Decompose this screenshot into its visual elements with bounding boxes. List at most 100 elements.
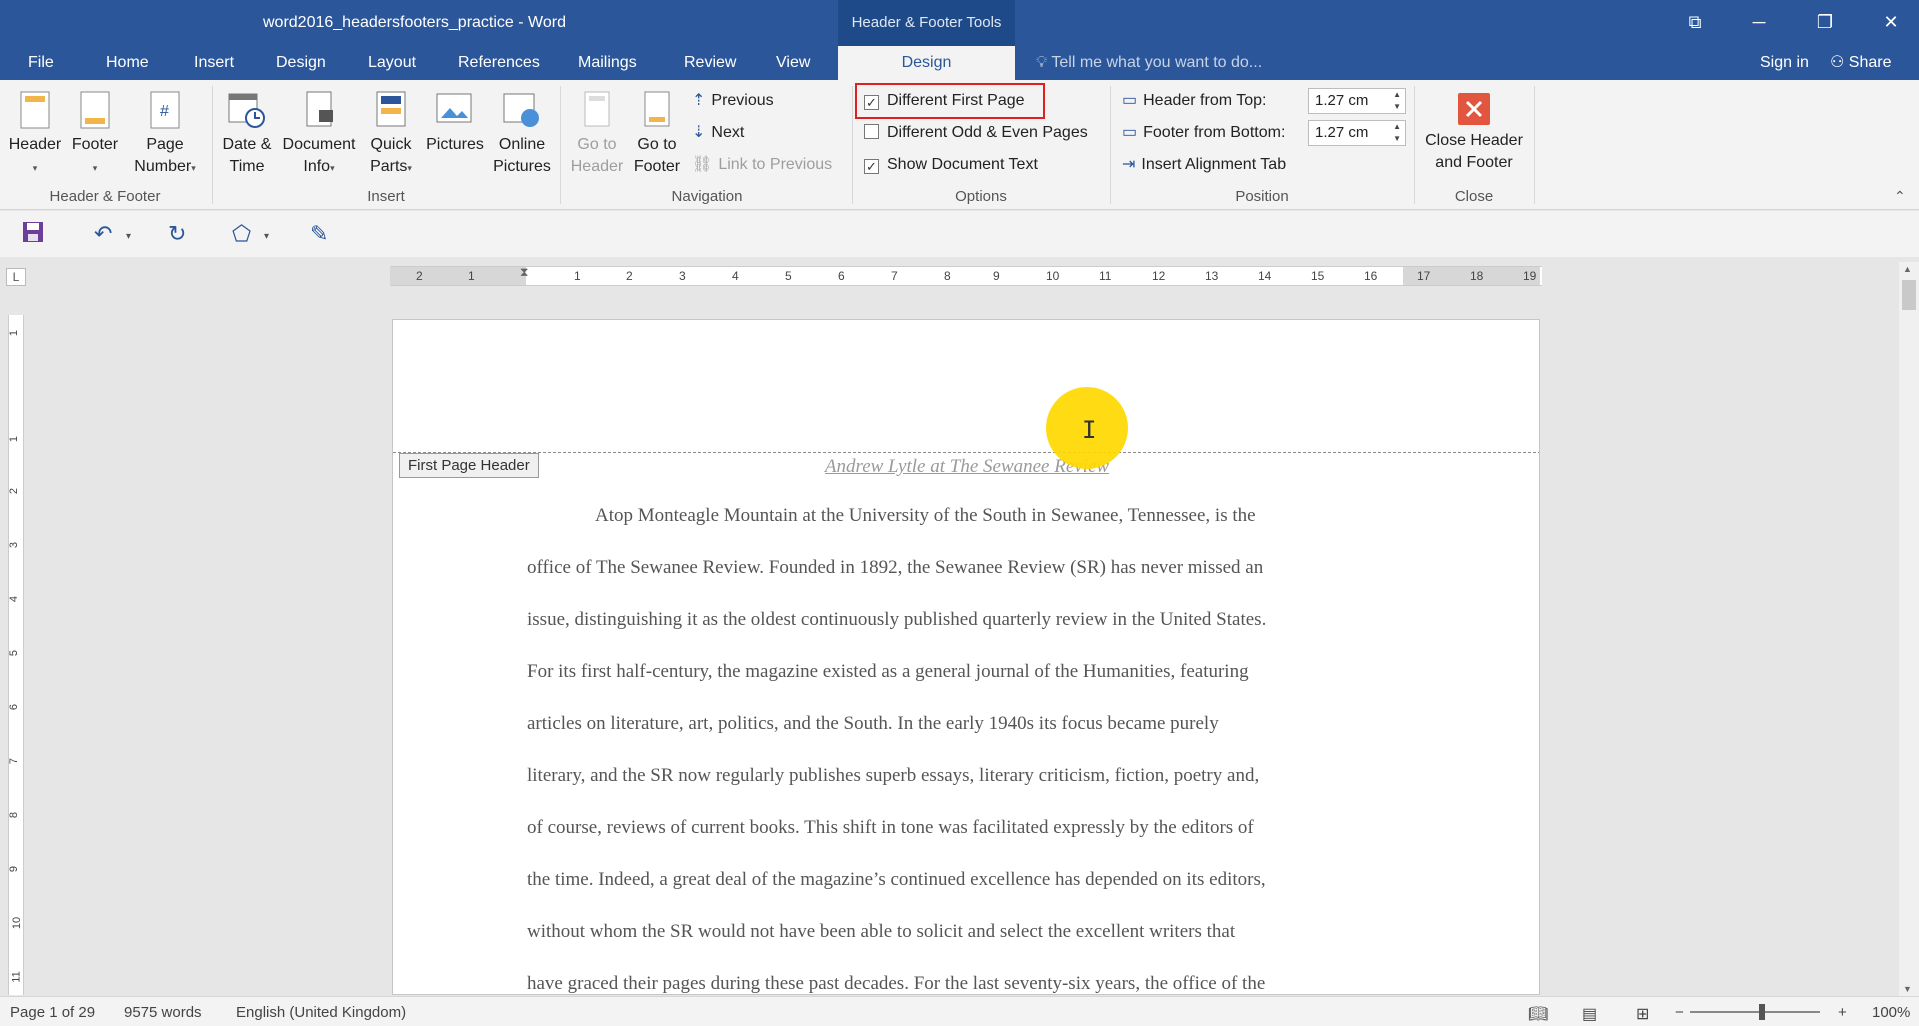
tab-mailings[interactable]: Mailings (570, 46, 645, 80)
tab-references[interactable]: References (450, 46, 548, 80)
undo-icon[interactable]: ↶ (94, 221, 112, 247)
language-indicator[interactable]: English (United Kingdom) (236, 1004, 406, 1021)
edit-icon[interactable]: ✎ (310, 221, 328, 247)
tab-layout[interactable]: Layout (360, 46, 424, 80)
go-to-header-icon (584, 91, 610, 127)
page-number-button[interactable]: # Page Number▾ (128, 90, 202, 179)
tab-view[interactable]: View (768, 46, 818, 80)
scroll-up-icon[interactable]: ▲ (1903, 264, 1912, 274)
collapse-ribbon-icon[interactable]: ⌃ (1894, 188, 1906, 205)
header-label: Header (8, 136, 62, 153)
pictures-label: Pictures (426, 136, 484, 153)
next-label: Next (711, 124, 745, 141)
online-pictures-button[interactable]: Online Pictures (490, 90, 554, 178)
read-mode-icon[interactable]: 📖︎ (1528, 1004, 1548, 1024)
vertical-ruler[interactable]: 1 1 2 3 4 5 6 7 8 9 10 11 (8, 315, 24, 995)
zoom-out-icon[interactable]: − (1675, 1004, 1684, 1021)
tab-file[interactable]: File (20, 46, 62, 80)
scrollbar-thumb[interactable] (1902, 280, 1916, 310)
show-document-text-label: Show Document Text (887, 156, 1038, 173)
save-icon[interactable] (22, 221, 44, 249)
tab-selector[interactable]: L (6, 268, 26, 286)
header-boundary-line (393, 452, 1539, 453)
redo-icon[interactable]: ↻ (168, 221, 186, 247)
word-count[interactable]: 9575 words (124, 1004, 202, 1021)
lightbulb-icon: 💡︎ (1036, 54, 1052, 71)
close-header-label-1: Close Header (1425, 132, 1523, 149)
pictures-button[interactable]: Pictures (420, 90, 490, 156)
chevron-down-icon[interactable]: ▾ (264, 231, 269, 242)
online-pictures-icon (503, 93, 539, 127)
paragraph-line: articles on literature, art, politics, a… (527, 713, 1219, 734)
go-to-footer-button[interactable]: Go to Footer (628, 90, 686, 178)
footer-from-bottom-text: Footer from Bottom: (1143, 124, 1286, 141)
spinner-arrows-icon[interactable]: ▲ ▼ (1393, 89, 1401, 113)
title-bar: word2016_headersfooters_practice - Word … (0, 0, 1919, 46)
indent-marker-icon[interactable]: ⧗ (520, 265, 528, 280)
quick-parts-button[interactable]: Quick Parts▾ (362, 90, 420, 179)
header-from-top-input[interactable]: 1.27 cm ▲ ▼ (1308, 88, 1406, 114)
vertical-scrollbar[interactable]: ▲ ▼ (1899, 262, 1919, 996)
footer-button[interactable]: Footer ▾ (68, 90, 122, 179)
ribbon-display-options-icon[interactable]: ⧉ (1680, 10, 1710, 34)
group-label-navigation: Navigation (671, 188, 743, 205)
tab-insert[interactable]: Insert (186, 46, 242, 80)
zoom-in-icon[interactable]: + (1838, 1004, 1847, 1021)
document-page[interactable]: First Page Header Andrew Lytle at The Se… (392, 319, 1540, 995)
close-header-footer-button[interactable]: Close Header and Footer (1420, 92, 1528, 174)
paragraph-line: of course, reviews of current books. Thi… (527, 817, 1254, 838)
close-window-icon[interactable]: ✕ (1876, 10, 1906, 34)
minimize-icon[interactable]: ─ (1744, 10, 1774, 34)
spinner-arrows-icon[interactable]: ▲ ▼ (1393, 121, 1401, 145)
document-body[interactable]: Atop Monteagle Mountain at the Universit… (527, 490, 1412, 994)
ruler-number: 18 (1470, 269, 1484, 283)
document-info-button[interactable]: Document Info▾ (278, 90, 360, 179)
left-margin-area (390, 267, 526, 285)
header-icon (20, 91, 50, 129)
web-layout-icon[interactable]: ⊞ (1636, 1004, 1649, 1024)
insert-alignment-tab-button[interactable]: ⇥ Insert Alignment Tab (1122, 154, 1286, 176)
header-from-top-label: ▭ Header from Top: (1122, 90, 1266, 112)
share-button[interactable]: ⚇ Share (1830, 46, 1892, 80)
zoom-slider-thumb[interactable] (1759, 1004, 1765, 1020)
tab-design[interactable]: Design (268, 46, 334, 80)
chevron-down-icon: ▾ (330, 163, 335, 173)
page-count[interactable]: Page 1 of 29 (10, 1004, 95, 1021)
tab-review[interactable]: Review (676, 46, 744, 80)
paragraph-line: Atop Monteagle Mountain at the Universit… (595, 505, 1256, 526)
tell-me-text: Tell me what you want to do... (1051, 54, 1263, 71)
header-button[interactable]: Header ▾ (8, 90, 62, 179)
ruler-number: 15 (1311, 269, 1325, 283)
footer-from-bottom-value: 1.27 cm (1315, 124, 1369, 141)
go-to-header-button[interactable]: Go to Header (566, 90, 628, 178)
next-button[interactable]: ⇣ Next (692, 122, 744, 144)
tell-me-box[interactable]: 💡︎ Tell me what you want to do... (1036, 46, 1262, 80)
zoom-level[interactable]: 100% (1872, 1004, 1910, 1021)
horizontal-ruler[interactable]: 2 1 1 2 3 4 5 6 7 8 9 10 11 12 13 14 15 … (390, 265, 1542, 286)
chevron-down-icon[interactable]: ▾ (126, 231, 131, 242)
group-separator (1110, 86, 1111, 204)
annotation-highlight-box (855, 83, 1045, 119)
print-layout-icon[interactable]: ▤ (1582, 1004, 1597, 1024)
header-text[interactable]: Andrew Lytle at The Sewanee Review (393, 456, 1539, 478)
previous-label: Previous (711, 92, 774, 109)
ruler-number: 2 (416, 269, 423, 283)
different-odd-even-checkbox[interactable]: Different Odd & Even Pages (864, 122, 1088, 144)
previous-button[interactable]: ⇡ Previous (692, 90, 774, 112)
ruler-number: 2 (8, 487, 21, 495)
link-to-previous-button[interactable]: ⛓︎ Link to Previous (692, 154, 832, 176)
scroll-down-icon[interactable]: ▼ (1903, 984, 1912, 994)
sign-in-link[interactable]: Sign in (1760, 46, 1809, 80)
restore-icon[interactable]: ❐ (1810, 10, 1840, 34)
footer-from-bottom-input[interactable]: 1.27 cm ▲ ▼ (1308, 120, 1406, 146)
tab-home[interactable]: Home (98, 46, 157, 80)
ruler-number: 9 (993, 269, 1000, 283)
zoom-slider[interactable] (1690, 1011, 1820, 1013)
shapes-icon[interactable]: ⬠ (232, 221, 251, 247)
show-document-text-checkbox[interactable]: ✓ Show Document Text (864, 154, 1038, 176)
checkbox-unchecked-icon (864, 124, 879, 139)
link-to-previous-label: Link to Previous (718, 156, 833, 173)
tab-header-footer-design[interactable]: Design (838, 46, 1015, 80)
date-time-button[interactable]: Date & Time (218, 90, 276, 178)
paragraph-line: For its first half-century, the magazine… (527, 661, 1249, 682)
